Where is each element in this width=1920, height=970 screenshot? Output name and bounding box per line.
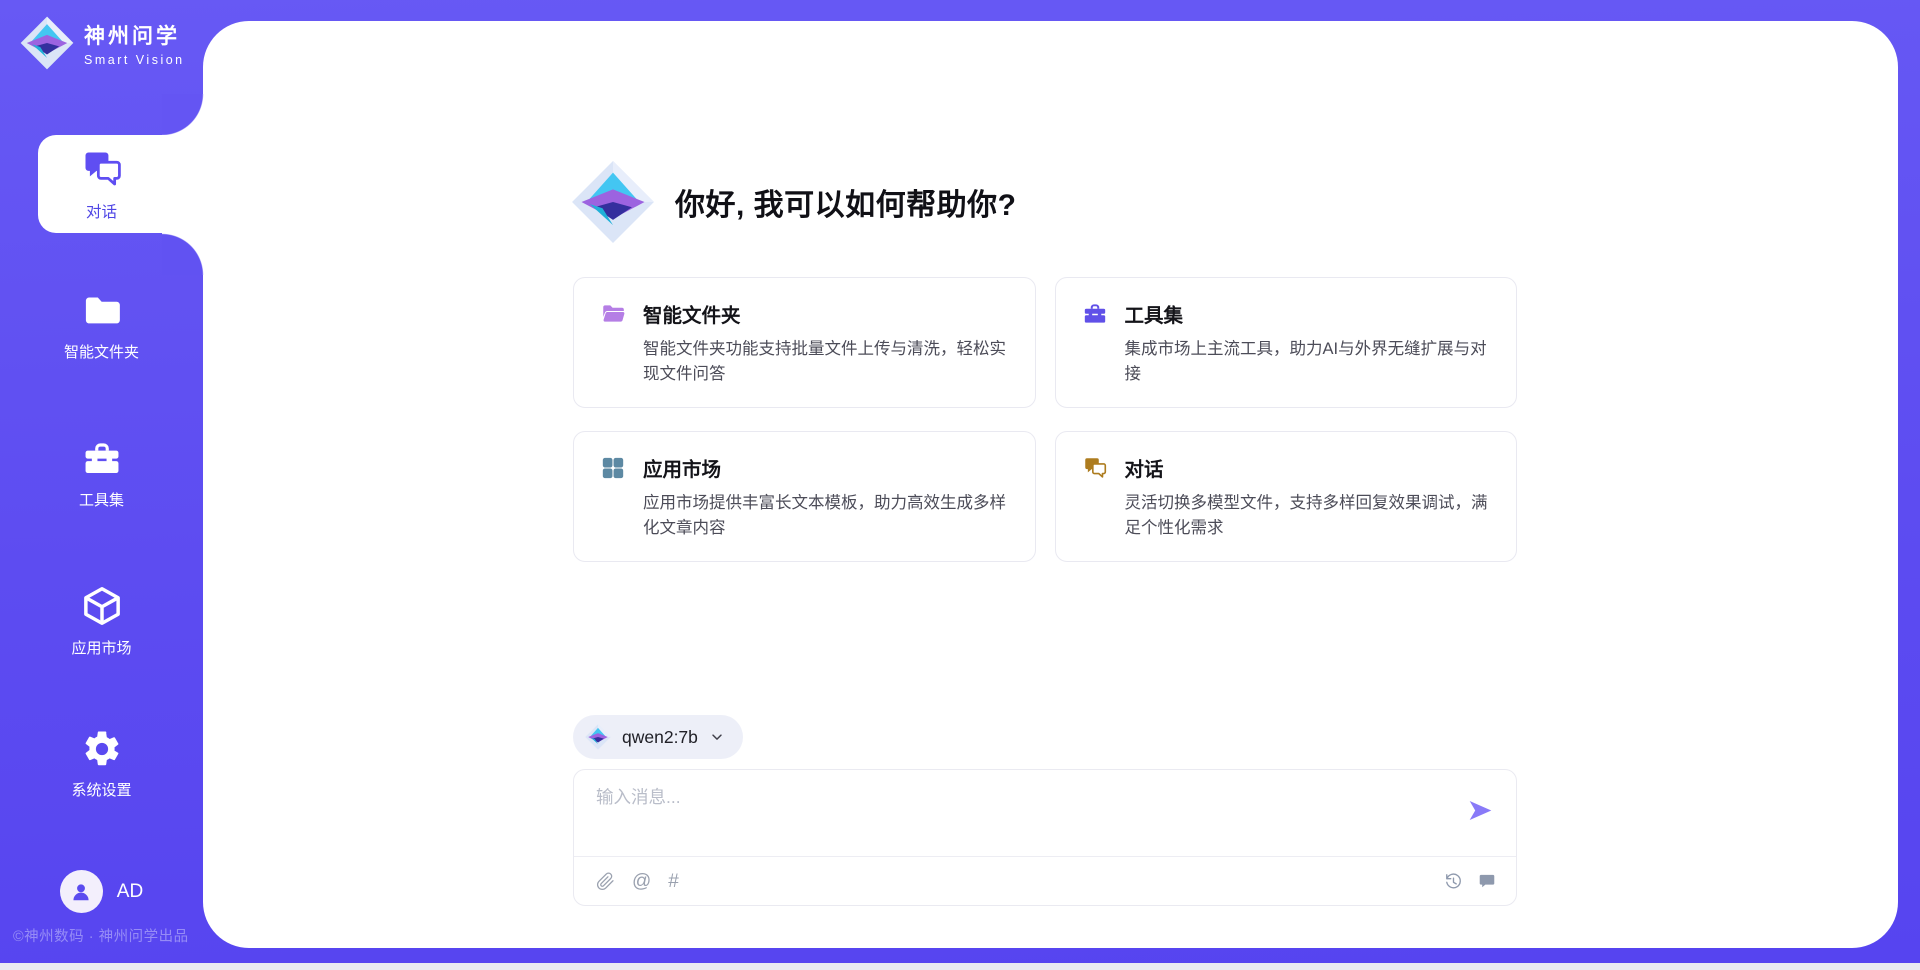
sidebar-item-label: 工具集 — [79, 489, 124, 510]
sidebar-item-label: 智能文件夹 — [64, 341, 139, 362]
toolbox-icon — [81, 438, 123, 480]
attach-file-button[interactable] — [596, 872, 615, 891]
hashtag-button[interactable]: # — [668, 872, 679, 891]
greeting-header: 你好, 我可以如何帮助你? — [571, 160, 1017, 244]
brand-subtitle: Smart Vision — [84, 53, 185, 67]
grid-icon — [600, 455, 626, 481]
chat-icon — [1082, 455, 1108, 481]
history-icon — [1444, 872, 1463, 891]
bottom-scrollbar-strip — [0, 963, 1920, 970]
gear-icon — [81, 728, 123, 770]
sidebar-item-label: 对话 — [86, 200, 117, 222]
hash-icon: # — [668, 872, 679, 891]
card-smart-folder[interactable]: 智能文件夹 智能文件夹功能支持批量文件上传与清洗，轻松实现文件问答 — [573, 277, 1036, 408]
chevron-down-icon — [709, 729, 725, 745]
mention-button[interactable]: @ — [632, 872, 651, 891]
app-root: { "brand": { "name": "神州问学", "subtitle":… — [0, 0, 1920, 970]
sidebar-item-toolset[interactable]: 工具集 — [0, 438, 203, 510]
sidebar-item-label: 系统设置 — [71, 779, 131, 800]
model-selector[interactable]: qwen2:7b — [573, 715, 743, 759]
toolbox-icon — [1082, 301, 1108, 327]
open-folder-icon — [600, 301, 626, 327]
send-button[interactable] — [1467, 797, 1494, 824]
card-chat[interactable]: 对话 灵活切换多模型文件，支持多样回复效果调试，满足个性化需求 — [1055, 431, 1518, 562]
sidebar: 神州问学 Smart Vision 对话 智能文件夹 工具集 应用市场 系统设置… — [0, 0, 203, 970]
conversation-button[interactable] — [1478, 872, 1496, 890]
send-icon — [1467, 797, 1494, 824]
brand: 神州问学 Smart Vision — [20, 16, 185, 70]
card-title: 智能文件夹 — [643, 299, 741, 328]
cube-icon — [80, 584, 124, 628]
card-description: 集成市场上主流工具，助力AI与外界无缝扩展与对接 — [1125, 337, 1491, 387]
comment-icon — [1478, 872, 1496, 890]
brand-diamond-icon — [585, 724, 611, 750]
card-title: 工具集 — [1125, 299, 1184, 328]
paperclip-icon — [596, 872, 615, 891]
chat-icon — [80, 147, 124, 191]
message-input[interactable] — [596, 784, 1446, 846]
card-description: 灵活切换多模型文件，支持多样回复效果调试，满足个性化需求 — [1125, 491, 1491, 541]
sidebar-item-settings[interactable]: 系统设置 — [0, 728, 203, 800]
card-title: 对话 — [1125, 453, 1164, 482]
at-icon: @ — [632, 872, 651, 891]
model-name: qwen2:7b — [622, 727, 698, 748]
brand-name: 神州问学 — [84, 20, 185, 50]
avatar — [60, 870, 103, 913]
folder-icon — [81, 290, 123, 332]
user-account[interactable]: AD — [0, 870, 203, 913]
composer-divider — [574, 856, 1516, 857]
card-title: 应用市场 — [643, 453, 721, 482]
copyright: ©神州数码 · 神州问学出品 — [13, 925, 189, 946]
history-button[interactable] — [1444, 872, 1463, 891]
composer-toolbar: @ # — [596, 866, 1496, 896]
card-description: 应用市场提供丰富长文本模板，助力高效生成多样化文章内容 — [643, 491, 1009, 541]
sidebar-item-label: 应用市场 — [71, 637, 131, 658]
card-app-market[interactable]: 应用市场 应用市场提供丰富长文本模板，助力高效生成多样化文章内容 — [573, 431, 1036, 562]
brand-diamond-icon — [571, 160, 655, 244]
sidebar-item-app-market[interactable]: 应用市场 — [0, 584, 203, 658]
sidebar-item-chat[interactable]: 对话 — [0, 147, 203, 222]
feature-cards: 智能文件夹 智能文件夹功能支持批量文件上传与清洗，轻松实现文件问答 工具集 集成… — [573, 277, 1517, 562]
user-initials: AD — [117, 881, 143, 903]
card-toolset[interactable]: 工具集 集成市场上主流工具，助力AI与外界无缝扩展与对接 — [1055, 277, 1518, 408]
card-description: 智能文件夹功能支持批量文件上传与清洗，轻松实现文件问答 — [643, 337, 1009, 387]
message-composer: @ # — [573, 769, 1517, 906]
person-icon — [68, 879, 94, 905]
sidebar-item-smart-folder[interactable]: 智能文件夹 — [0, 290, 203, 362]
greeting-title: 你好, 我可以如何帮助你? — [675, 180, 1017, 224]
brand-logo-icon — [20, 16, 74, 70]
